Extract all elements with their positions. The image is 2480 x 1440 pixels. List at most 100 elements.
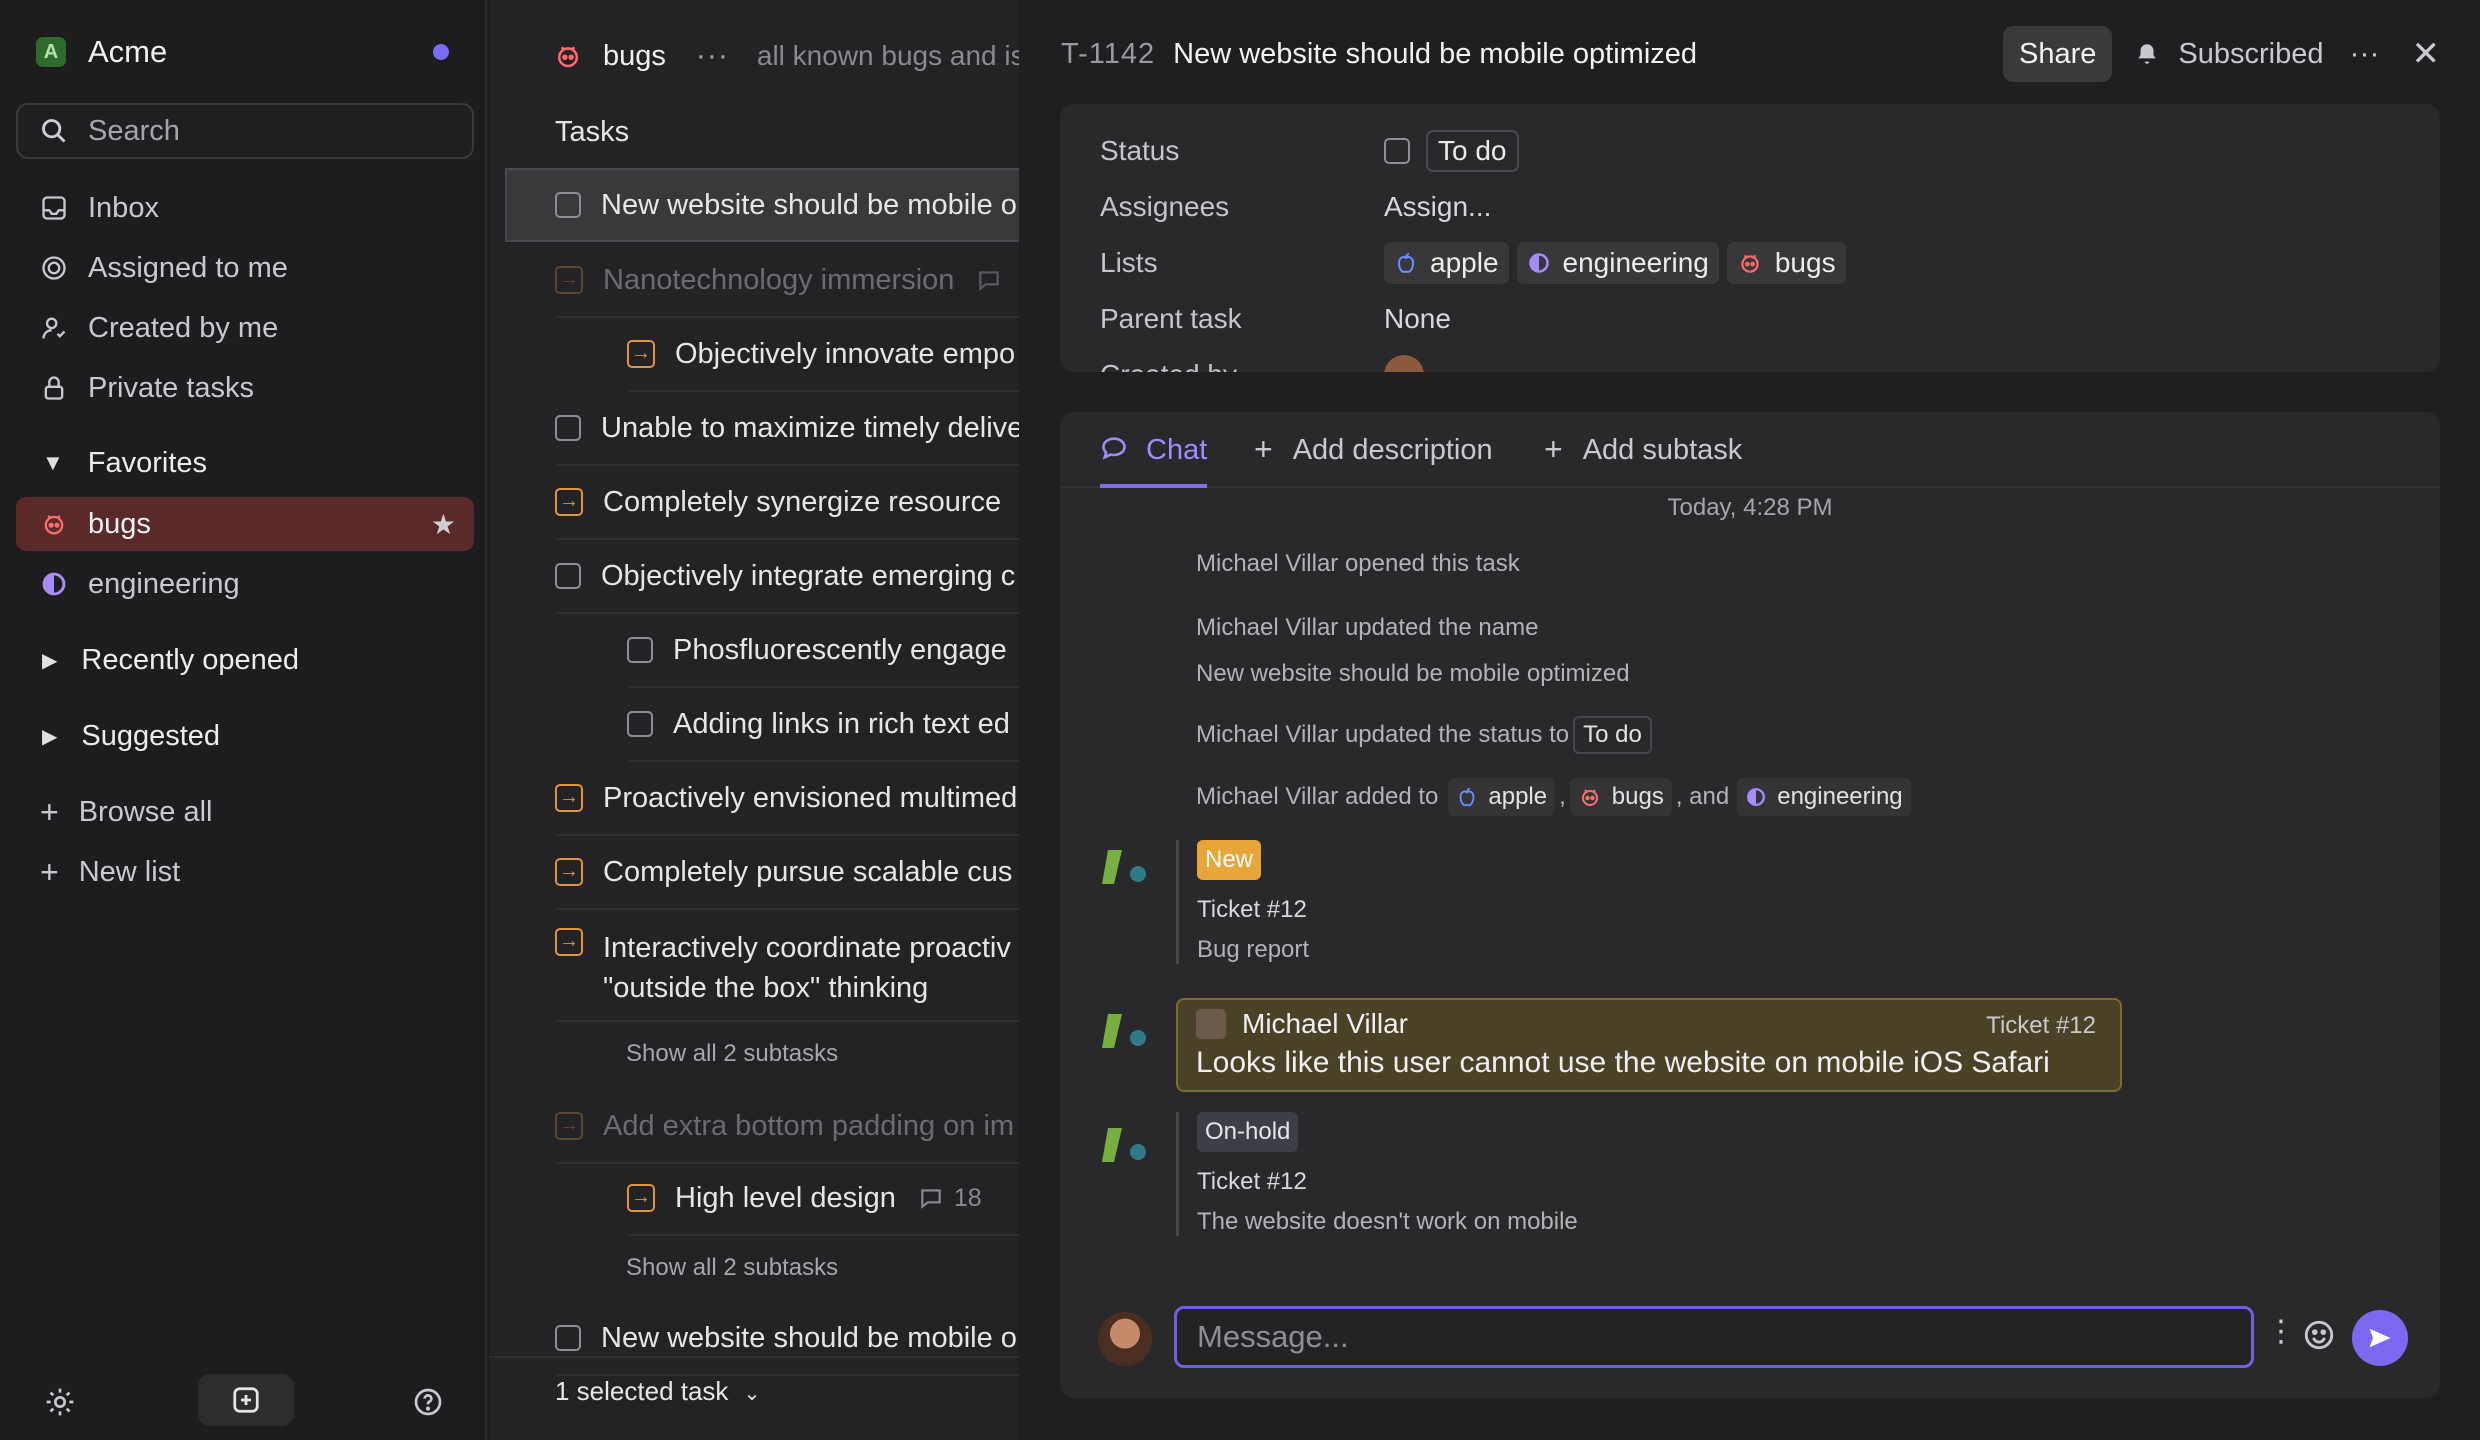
arrow-right-icon[interactable]: → bbox=[555, 928, 583, 956]
task-title: Phosfluorescently engage bbox=[673, 633, 1007, 666]
separator: , bbox=[1559, 783, 1566, 810]
nav-label: Assigned to me bbox=[88, 251, 288, 284]
quote-body: Looks like this user cannot use the webs… bbox=[1196, 1046, 2050, 1079]
gear-icon[interactable] bbox=[44, 1386, 76, 1418]
assign-button[interactable]: Assign... bbox=[1384, 191, 1491, 223]
show-subtasks-link[interactable]: Show all 2 subtasks bbox=[626, 1254, 838, 1282]
task-title: Completely pursue scalable cus bbox=[603, 855, 1013, 888]
parent-task-value[interactable]: None bbox=[1384, 303, 1451, 335]
new-list-button[interactable]: + New list bbox=[16, 845, 474, 899]
activity-event: Michael Villar opened this task bbox=[1196, 550, 1520, 577]
chip-apple[interactable]: apple bbox=[1448, 778, 1556, 816]
nav-created-by-me[interactable]: Created by me bbox=[16, 301, 474, 355]
favorites-toggle[interactable]: ▼ Favorites bbox=[16, 436, 474, 490]
arrow-right-icon[interactable]: → bbox=[555, 488, 583, 516]
tab-add-subtask[interactable]: + Add subtask bbox=[1544, 433, 1743, 488]
bell-icon bbox=[2138, 44, 2157, 64]
task-row[interactable]: → Nanotechnology immersion bbox=[555, 244, 1019, 318]
task-row[interactable]: → Proactively envisioned multimed bbox=[555, 762, 1019, 836]
more-icon[interactable]: ··· bbox=[2350, 37, 2380, 71]
more-vertical-icon[interactable]: ⋮ bbox=[2266, 1314, 2296, 1349]
browse-all-button[interactable]: + Browse all bbox=[16, 785, 474, 839]
chip-engineering[interactable]: engineering bbox=[1737, 778, 1911, 816]
tab-chat[interactable]: Chat bbox=[1100, 434, 1208, 488]
recently-opened-toggle[interactable]: ▶ Recently opened bbox=[16, 633, 474, 687]
tab-add-description[interactable]: + Add description bbox=[1254, 433, 1493, 488]
list-tag-engineering[interactable]: engineering bbox=[1516, 242, 1719, 284]
comment-count-value: 18 bbox=[953, 1183, 982, 1212]
message-text: The website doesn't work on mobile bbox=[1197, 1208, 1578, 1235]
task-row[interactable]: Unable to maximize timely delive bbox=[555, 392, 1019, 466]
message-block: New Ticket #12 Bug report bbox=[1176, 840, 1309, 964]
tab-label: Add description bbox=[1292, 434, 1493, 466]
message-input[interactable] bbox=[1174, 1306, 2254, 1368]
nav-private-tasks[interactable]: Private tasks bbox=[16, 361, 474, 415]
status-checkbox[interactable] bbox=[1384, 138, 1410, 164]
share-button[interactable]: Share bbox=[2003, 26, 2113, 82]
notification-dot bbox=[433, 44, 449, 60]
selection-dropdown[interactable]: 1 selected task ⌄ bbox=[555, 1376, 760, 1407]
arrow-right-icon[interactable]: → bbox=[627, 1184, 655, 1212]
favorite-engineering[interactable]: engineering bbox=[16, 557, 474, 611]
integration-logo-icon bbox=[1102, 1014, 1146, 1048]
task-row[interactable]: → Completely pursue scalable cus bbox=[555, 836, 1019, 910]
favorite-bugs[interactable]: bugs ★ bbox=[16, 497, 474, 551]
task-title: Adding links in rich text ed bbox=[673, 707, 1010, 740]
apple-icon bbox=[1394, 250, 1418, 276]
more-icon[interactable]: ··· bbox=[696, 39, 729, 73]
created-by-row: Created by bbox=[1100, 352, 1424, 372]
bug-icon bbox=[1578, 785, 1602, 809]
sidebar-footer bbox=[0, 1360, 485, 1440]
list-tag-label: engineering bbox=[1562, 247, 1709, 278]
task-row[interactable]: New website should be mobile o bbox=[505, 168, 1019, 242]
checkbox[interactable] bbox=[555, 192, 581, 218]
search-box[interactable]: Search bbox=[16, 103, 474, 159]
arrow-right-icon[interactable]: → bbox=[555, 784, 583, 812]
subtask-row[interactable]: Adding links in rich text ed bbox=[627, 688, 1019, 762]
task-row[interactable]: → Completely synergize resource bbox=[555, 466, 1019, 540]
checkbox[interactable] bbox=[555, 1325, 581, 1351]
activity-event: Michael Villar updated the status to To … bbox=[1196, 716, 1656, 754]
list-tag-apple[interactable]: apple bbox=[1384, 242, 1509, 284]
subtask-row[interactable]: Phosfluorescently engage bbox=[627, 614, 1019, 688]
checkbox[interactable] bbox=[555, 415, 581, 441]
assignees-row: Assignees Assign... bbox=[1100, 184, 1491, 230]
subscribe-button[interactable]: Subscribed bbox=[2134, 38, 2324, 71]
event-text: Michael Villar updated the status to bbox=[1196, 721, 1570, 748]
nav-inbox[interactable]: Inbox bbox=[16, 181, 474, 235]
quoted-message[interactable]: Michael Villar Ticket #12 Looks like thi… bbox=[1176, 998, 2122, 1092]
arrow-right-icon[interactable]: → bbox=[555, 1112, 583, 1140]
close-icon[interactable]: ✕ bbox=[2412, 34, 2441, 74]
task-row[interactable]: → Add extra bottom padding on im bbox=[555, 1090, 1019, 1164]
integration-logo-icon bbox=[1102, 850, 1146, 884]
list-tag-bugs[interactable]: bugs bbox=[1726, 242, 1846, 284]
nav-assigned-to-me[interactable]: Assigned to me bbox=[16, 241, 474, 295]
message-text: Bug report bbox=[1197, 936, 1310, 963]
task-row[interactable]: → Interactively coordinate proactiv "out… bbox=[555, 910, 1019, 1022]
arrow-right-icon[interactable]: → bbox=[627, 340, 655, 368]
task-row[interactable]: Objectively integrate emerging c bbox=[555, 540, 1019, 614]
emoji-icon[interactable] bbox=[2302, 1318, 2336, 1352]
show-subtasks-link[interactable]: Show all 2 subtasks bbox=[626, 1040, 838, 1068]
send-button[interactable] bbox=[2352, 1310, 2408, 1366]
ticket-ref: Ticket #12 bbox=[1197, 896, 1307, 923]
checkbox[interactable] bbox=[627, 637, 653, 663]
new-task-button[interactable] bbox=[198, 1374, 294, 1426]
search-icon bbox=[42, 119, 66, 143]
workspace-switcher[interactable]: A Acme bbox=[36, 30, 449, 74]
checkbox[interactable] bbox=[555, 563, 581, 589]
subtask-row[interactable]: → High level design 18 bbox=[627, 1162, 1019, 1236]
subtask-row[interactable]: → Objectively innovate empo bbox=[627, 318, 1019, 392]
chat-card: Chat + Add description + Add subtask Tod… bbox=[1060, 412, 2440, 1398]
chip-label: apple bbox=[1488, 783, 1548, 810]
suggested-toggle[interactable]: ▶ Suggested bbox=[16, 709, 474, 763]
checkbox[interactable] bbox=[627, 711, 653, 737]
chip-bugs[interactable]: bugs bbox=[1569, 778, 1672, 816]
arrow-right-icon[interactable]: → bbox=[555, 858, 583, 886]
arrow-right-icon[interactable]: → bbox=[555, 266, 583, 294]
star-icon[interactable]: ★ bbox=[431, 508, 456, 541]
tab-label: Add subtask bbox=[1582, 434, 1743, 466]
help-icon[interactable] bbox=[412, 1386, 444, 1418]
status-pill[interactable]: To do bbox=[1426, 130, 1519, 172]
task-title-heading[interactable]: New website should be mobile optimized bbox=[1173, 38, 1697, 71]
